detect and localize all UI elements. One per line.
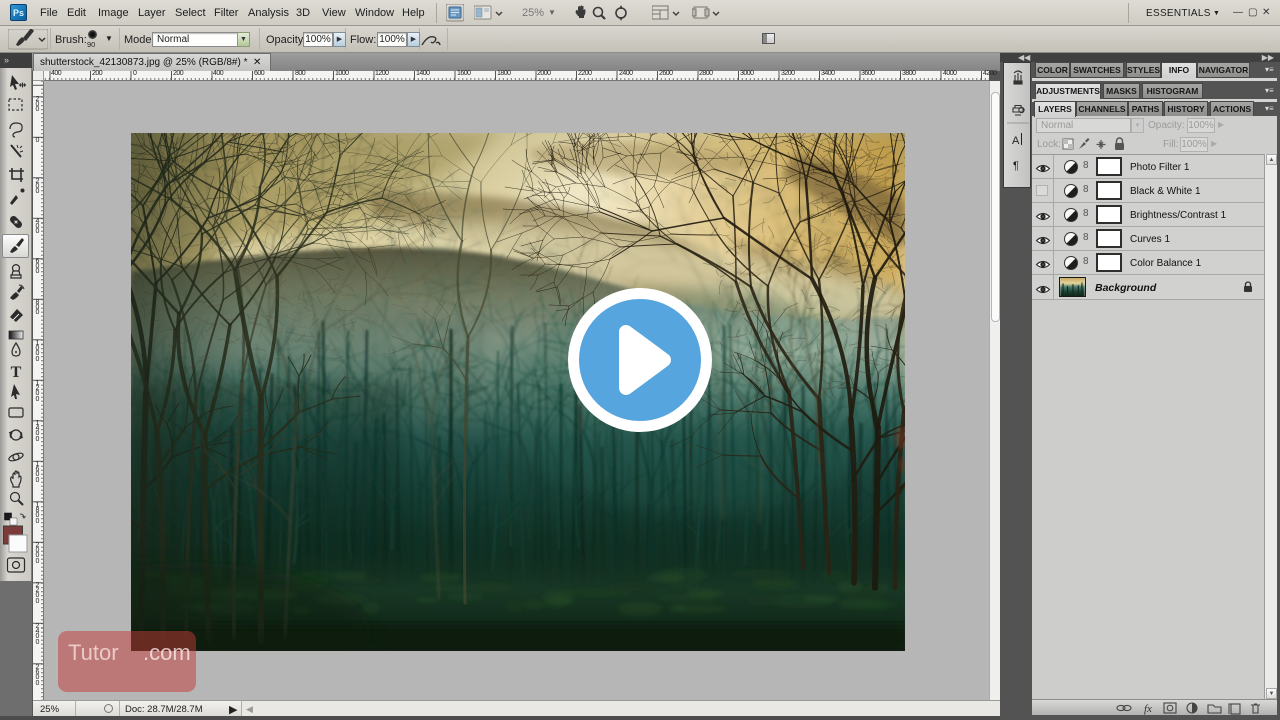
svg-text:A: A bbox=[1012, 135, 1020, 147]
svg-text:fx: fx bbox=[1144, 703, 1152, 715]
svg-text:T: T bbox=[11, 364, 22, 381]
svg-text:¶: ¶ bbox=[1013, 160, 1019, 172]
